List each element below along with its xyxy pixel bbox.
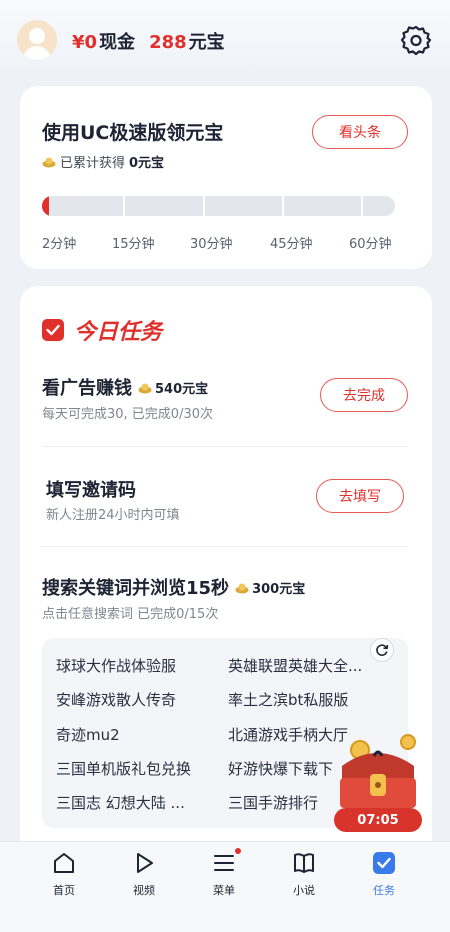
avatar-head xyxy=(29,28,45,44)
ingot-icon xyxy=(138,382,152,393)
divider xyxy=(42,546,408,547)
ingot-label: 元宝 xyxy=(188,32,225,53)
complete-ad-task-button[interactable]: 去完成 xyxy=(320,378,408,412)
cash-label: 现金 xyxy=(99,32,136,53)
subtitle-value: 0元宝 xyxy=(129,156,165,171)
tab-label: 小说 xyxy=(293,884,315,897)
tick-label: 15分钟 xyxy=(112,237,155,252)
task-ad-desc: 每天可完成30, 已完成0/30次 xyxy=(42,407,213,422)
book-icon xyxy=(291,850,317,876)
avatar[interactable] xyxy=(17,20,57,60)
search-keyword[interactable]: 英雄联盟英雄大全... xyxy=(228,655,388,676)
uc-usage-card: 使用UC极速版领元宝 已累计获得 0元宝 看头条 2分钟 15分钟 30分钟 4… xyxy=(20,86,432,269)
cash-value: ¥0 xyxy=(72,32,98,53)
ingot-icon xyxy=(42,156,56,168)
tab-video[interactable]: 视频 xyxy=(109,850,179,898)
fill-invite-code-button[interactable]: 去填写 xyxy=(316,479,404,513)
refresh-icon[interactable] xyxy=(370,638,394,662)
tab-label: 任务 xyxy=(373,884,395,897)
ingot-icon xyxy=(235,582,249,593)
task-search-title: 搜索关键词并浏览15秒 300元宝 xyxy=(42,574,305,600)
divider xyxy=(42,446,408,447)
home-icon xyxy=(51,850,77,876)
search-keyword[interactable]: 球球大作战体验服 xyxy=(56,655,216,676)
task-reward: 540元宝 xyxy=(138,378,208,397)
menu-icon xyxy=(211,848,241,876)
search-keyword[interactable]: 奇迹mu2 xyxy=(56,724,216,745)
tick-label: 30分钟 xyxy=(190,237,233,252)
task-title-text: 填写邀请码 xyxy=(46,480,136,501)
task-check-icon xyxy=(371,850,397,876)
progress-divider xyxy=(282,196,284,216)
search-keyword[interactable]: 率土之滨bt私服版 xyxy=(228,689,388,710)
tab-label: 首页 xyxy=(53,884,75,897)
uc-card-title: 使用UC极速版领元宝 xyxy=(42,122,224,144)
tick-label: 2分钟 xyxy=(42,237,77,252)
tab-menu[interactable]: 菜单 xyxy=(189,848,259,898)
gear-icon[interactable] xyxy=(400,24,432,56)
chest-timer: 07:05 xyxy=(334,808,422,832)
today-tasks-title: 今日任务 xyxy=(74,320,163,345)
task-check-icon xyxy=(42,319,64,341)
notification-dot xyxy=(235,848,241,854)
task-reward-value: 540元宝 xyxy=(155,381,209,397)
tab-tasks[interactable]: 任务 xyxy=(349,850,419,898)
avatar-body xyxy=(23,46,51,60)
tick-label: 60分钟 xyxy=(349,237,392,252)
tab-label: 视频 xyxy=(133,884,155,897)
usage-progress-bar xyxy=(42,196,395,216)
task-reward: 300元宝 xyxy=(235,578,305,597)
uc-card-subtitle: 已累计获得 0元宝 xyxy=(42,152,164,171)
progress-divider xyxy=(361,196,363,216)
bottom-tab-bar: 首页 视频 菜单 小说 任务 xyxy=(0,841,450,932)
progress-fill xyxy=(42,196,50,216)
task-ad-title: 看广告赚钱 540元宝 xyxy=(42,374,208,400)
top-header: ¥0 现金 288 元宝 xyxy=(0,0,450,78)
task-search-desc: 点击任意搜索词 已完成0/15次 xyxy=(42,607,219,622)
play-icon xyxy=(131,850,157,876)
task-title-text: 看广告赚钱 xyxy=(42,378,132,399)
balance-summary[interactable]: ¥0 现金 288 元宝 xyxy=(72,28,237,54)
search-keyword[interactable]: 安峰游戏散人传奇 xyxy=(56,689,216,710)
watch-headlines-button[interactable]: 看头条 xyxy=(312,115,408,149)
progress-ticks: 2分钟 15分钟 30分钟 45分钟 60分钟 xyxy=(42,233,402,252)
task-invite-desc: 新人注册24小时内可填 xyxy=(46,508,180,523)
tab-home[interactable]: 首页 xyxy=(29,850,99,898)
tab-novel[interactable]: 小说 xyxy=(269,850,339,898)
task-invite-title: 填写邀请码 xyxy=(46,476,136,502)
progress-divider xyxy=(203,196,205,216)
ingot-value: 288 xyxy=(149,32,187,53)
search-keyword[interactable]: 三国单机版礼包兑换 xyxy=(56,758,216,779)
today-tasks-header: 今日任务 xyxy=(42,314,162,346)
task-title-text: 搜索关键词并浏览15秒 xyxy=(42,578,230,599)
task-reward-value: 300元宝 xyxy=(252,581,306,597)
search-keyword[interactable]: 三国志 幻想大陆 ... xyxy=(56,792,216,813)
subtitle-prefix: 已累计获得 xyxy=(60,156,126,171)
progress-divider xyxy=(123,196,125,216)
tick-label: 45分钟 xyxy=(270,237,313,252)
tab-label: 菜单 xyxy=(213,884,235,897)
